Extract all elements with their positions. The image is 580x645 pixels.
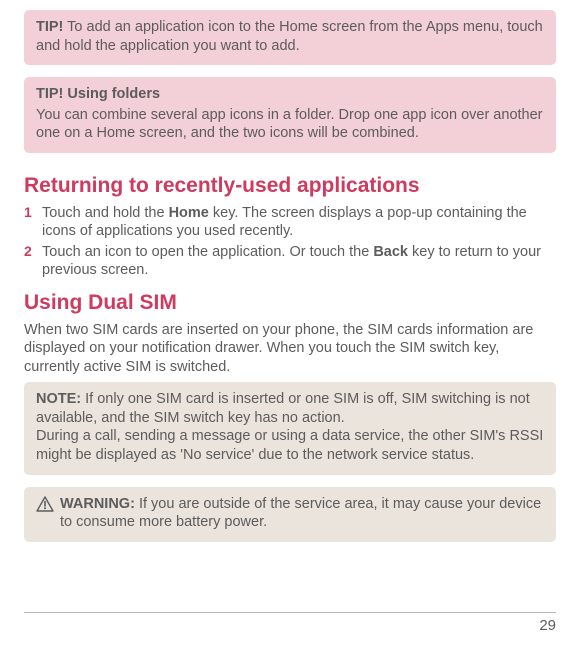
tip-folders-text: You can combine several app icons in a f…: [36, 107, 543, 142]
heading-dual-sim: Using Dual SIM: [24, 290, 556, 317]
step-text: Touch an icon to open the application. O…: [42, 243, 556, 280]
step-number: 1: [24, 204, 42, 241]
body-dual-sim: When two SIM cards are inserted on your …: [24, 321, 556, 377]
note-box-sim: NOTE: If only one SIM card is inserted o…: [24, 382, 556, 474]
page-number: 29: [539, 616, 556, 635]
tip-box-folders: TIP! Using folders You can combine sever…: [24, 77, 556, 153]
tip-folders-title: TIP! Using folders: [36, 85, 544, 104]
step-number: 2: [24, 243, 42, 280]
note-line-1: NOTE: If only one SIM card is inserted o…: [36, 390, 544, 427]
step-1: 1 Touch and hold the Home key. The scree…: [24, 204, 556, 241]
note-label: NOTE:: [36, 391, 81, 407]
tip-label: TIP!: [36, 19, 63, 35]
tip-text: To add an application icon to the Home s…: [36, 19, 543, 54]
step-text: Touch and hold the Home key. The screen …: [42, 204, 556, 241]
tip-box-add-icon: TIP! To add an application icon to the H…: [24, 10, 556, 65]
warning-box: WARNING: If you are outside of the servi…: [24, 487, 556, 542]
note-text-2: During a call, sending a message or usin…: [36, 427, 544, 464]
step-bold: Back: [373, 244, 408, 260]
step-2: 2 Touch an icon to open the application.…: [24, 243, 556, 280]
step-bold: Home: [169, 205, 209, 221]
page-rule: [24, 612, 556, 613]
step-pre: Touch and hold the: [42, 205, 169, 221]
warning-icon: [36, 496, 54, 518]
warning-text-wrap: WARNING: If you are outside of the servi…: [60, 495, 544, 532]
heading-recent-apps: Returning to recently-used applications: [24, 173, 556, 200]
steps-recent-apps: 1 Touch and hold the Home key. The scree…: [24, 204, 556, 280]
warning-label: WARNING:: [60, 496, 135, 512]
step-pre: Touch an icon to open the application. O…: [42, 244, 373, 260]
note-text-1: If only one SIM card is inserted or one …: [36, 391, 530, 426]
